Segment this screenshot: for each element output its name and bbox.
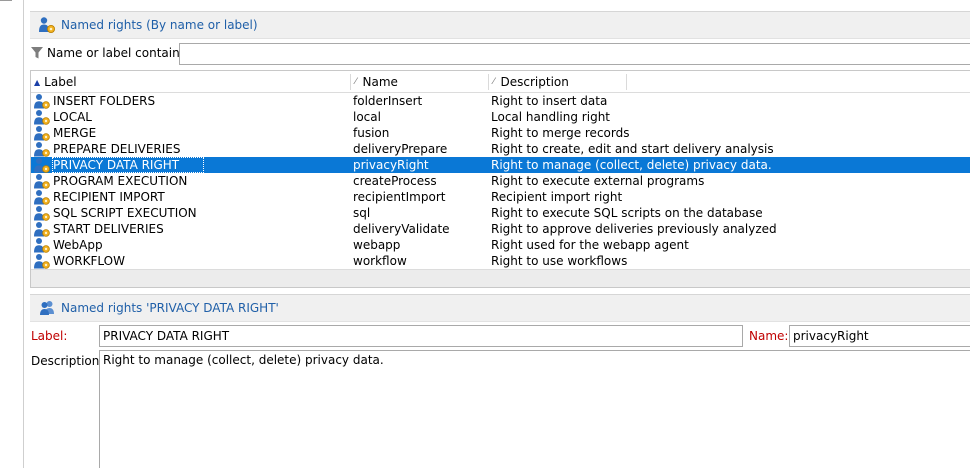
users-icon [38,299,56,317]
sort-indicator-icon: ⁄ [355,77,357,87]
cell-name: sql [353,206,371,220]
name-caption: Name: [749,329,789,343]
cell-label: PROGRAM EXECUTION [53,174,188,188]
cell-label: MERGE [53,126,97,140]
sort-ascending-icon: ▲ [34,77,41,87]
cell-name: deliveryPrepare [353,142,448,156]
description-field[interactable]: Right to manage (collect, delete) privac… [99,350,970,468]
table-row[interactable]: INSERT FOLDERS folderInsert Right to inser… [31,93,970,109]
cell-description: Right to merge records [491,126,630,140]
grid-header: ▲ Label ⁄ Name ⁄ Description [31,71,970,93]
cell-description: Right to approve deliveries previously a… [491,222,777,236]
named-right-icon [33,189,51,205]
grid-footer [31,269,970,287]
table-row[interactable]: WORKFLOW workflow Right to use workflows [31,253,970,269]
named-right-icon [33,237,51,253]
cell-description: Right to create, edit and start delivery… [491,142,774,156]
cell-name: fusion [353,126,390,140]
funnel-icon [30,46,44,60]
cell-name: createProcess [353,174,437,188]
table-row[interactable]: WebApp webapp Right used for the webapp ag… [31,237,970,253]
table-row[interactable]: START DELIVERIES deliveryValidate Right to… [31,221,970,237]
cell-description: Right to insert data [491,94,608,108]
cell-description: Right to execute SQL scripts on the data… [491,206,763,220]
named-right-icon [33,157,51,173]
cell-description: Right used for the webapp agent [491,238,689,252]
named-right-icon [33,93,51,109]
named-right-icon [33,125,51,141]
column-header-description[interactable]: ⁄ Description [489,71,627,93]
table-row[interactable]: RECIPIENT IMPORT recipientImport Recipient… [31,189,970,205]
cell-label: RECIPIENT IMPORT [53,190,165,204]
cell-name: recipientImport [353,190,446,204]
cell-label: PREPARE DELIVERIES [53,142,181,156]
named-right-icon [33,221,51,237]
table-row[interactable]: PREPARE DELIVERIES deliveryPrepare Right t… [31,141,970,157]
cell-label: WORKFLOW [53,254,125,268]
column-header-name[interactable]: ⁄ Name [351,71,489,93]
cell-name: privacyRight [353,158,429,172]
cell-label: SQL SCRIPT EXECUTION [53,206,197,220]
cell-label: LOCAL [53,110,92,124]
named-right-icon [33,109,51,125]
cell-label: INSERT FOLDERS [53,94,156,108]
cell-description: Right to use workflows [491,254,628,268]
named-right-icon [33,173,51,189]
cell-description: Recipient import right [491,190,623,204]
list-header: Named rights (By name or label) [30,11,970,39]
detail-title: Named rights 'PRIVACY DATA RIGHT' [61,301,279,315]
named-rights-grid: ▲ Label ⁄ Name ⁄ Description INSERT FOLD… [30,70,970,288]
label-field[interactable]: PRIVACY DATA RIGHT [99,325,743,347]
cell-name: deliveryValidate [353,222,450,236]
table-row[interactable]: SQL SCRIPT EXECUTION sql Right to execute … [31,205,970,221]
filter-input[interactable] [179,43,970,65]
cell-label: PRIVACY DATA RIGHT [52,157,204,173]
cell-label: START DELIVERIES [53,222,164,236]
cell-name: local [353,110,381,124]
filter-label: Name or label contains: [47,46,190,60]
named-right-icon [33,253,51,269]
named-right-icon [38,16,56,34]
cell-description: Right to execute external programs [491,174,705,188]
label-caption: Label: [31,329,68,343]
cell-label: WebApp [53,238,103,252]
description-caption: Description: [31,354,104,368]
cell-description: Right to manage (collect, delete) privac… [491,158,772,172]
cell-description: Local handling right [491,110,610,124]
name-field[interactable]: privacyRight [789,325,970,347]
table-row[interactable]: MERGE fusion Right to merge records [31,125,970,141]
named-right-icon [33,205,51,221]
list-title: Named rights (By name or label) [61,18,258,32]
column-header-label[interactable]: ▲ Label [31,71,351,93]
table-row[interactable]: PROGRAM EXECUTION createProcess Right to e… [31,173,970,189]
left-pane-edge [0,0,24,468]
cell-name: folderInsert [353,94,423,108]
cell-name: webapp [353,238,401,252]
named-right-icon [33,141,51,157]
filter-row: Name or label contains: [30,41,970,65]
cell-name: workflow [353,254,407,268]
table-row[interactable]: LOCAL local Local handling right [31,109,970,125]
sort-indicator-icon: ⁄ [493,77,495,87]
detail-header: Named rights 'PRIVACY DATA RIGHT' [30,294,970,322]
table-row[interactable]: PRIVACY DATA RIGHT privacyRight Right to m… [31,157,970,173]
